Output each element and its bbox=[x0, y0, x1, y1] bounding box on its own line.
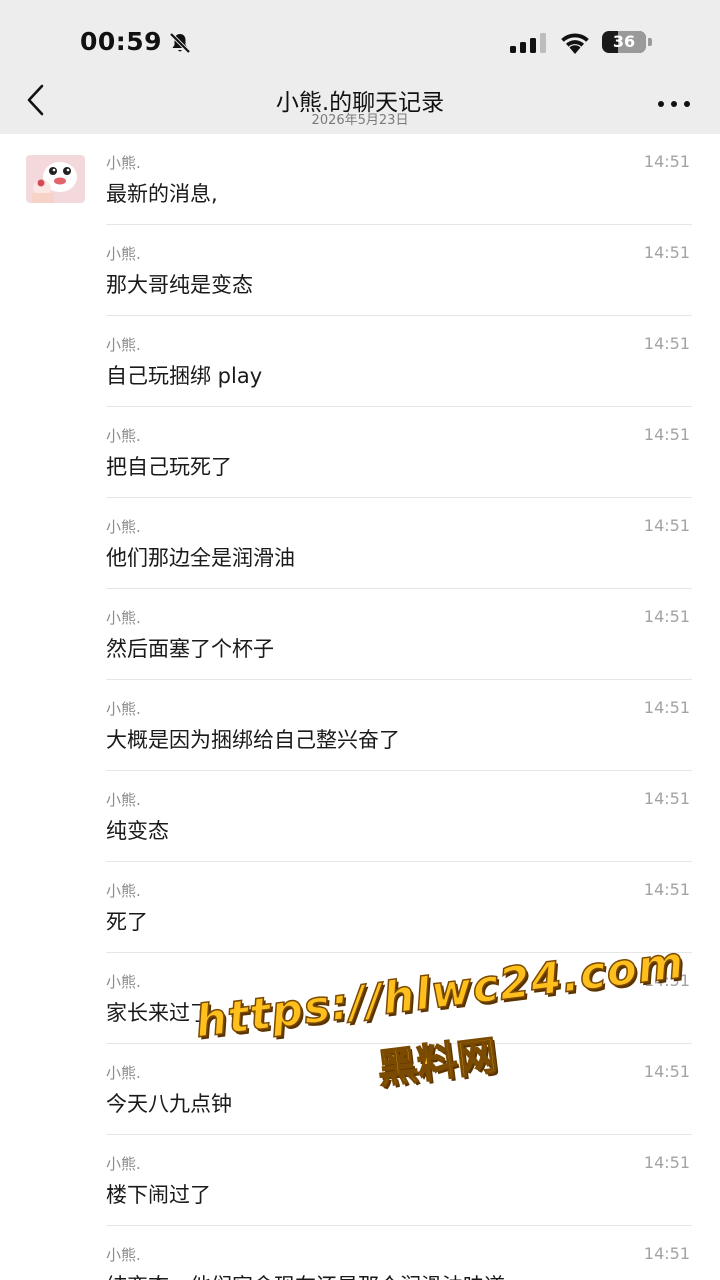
chat-history-screen: 00:59 36 小熊.的聊天记录 2026年5月23日 小熊. 14:51 最… bbox=[0, 0, 720, 1280]
battery-cap bbox=[648, 38, 652, 46]
message-text: 今天八九点钟 bbox=[106, 1092, 232, 1116]
message-text: 然后面塞了个杯子 bbox=[106, 637, 274, 661]
message-time: 14:51 bbox=[643, 152, 690, 171]
bell-slash-icon bbox=[169, 32, 191, 54]
message-item[interactable]: 小熊. 14:51 楼下闹过了 bbox=[0, 1135, 720, 1226]
message-item[interactable]: 小熊. 14:51 那大哥纯是变态 bbox=[0, 225, 720, 316]
message-item[interactable]: 小熊. 14:51 今天八九点钟 bbox=[0, 1044, 720, 1135]
message-item[interactable]: 小熊. 14:51 大概是因为捆绑给自己整兴奋了 bbox=[0, 680, 720, 771]
more-dot bbox=[684, 101, 690, 107]
message-text: 楼下闹过了 bbox=[106, 1183, 211, 1207]
message-time: 14:51 bbox=[643, 607, 690, 626]
sender-name: 小熊. bbox=[106, 700, 141, 718]
message-item[interactable]: 小熊. 14:51 最新的消息, bbox=[0, 134, 720, 225]
message-text: 纯变态，他们宿舍现在还是那个润滑油味道 bbox=[106, 1270, 505, 1280]
status-time: 00:59 bbox=[80, 27, 163, 56]
nav-bar: 小熊.的聊天记录 2026年5月23日 bbox=[0, 84, 720, 134]
message-time: 14:51 bbox=[643, 789, 690, 808]
message-text: 家长来过了 bbox=[106, 1001, 211, 1025]
message-time: 14:51 bbox=[643, 1153, 690, 1172]
battery-level: 36 bbox=[612, 32, 636, 51]
signal-icon bbox=[510, 33, 546, 53]
chevron-left-icon[interactable] bbox=[20, 80, 54, 120]
sender-name: 小熊. bbox=[106, 518, 141, 536]
more-icon[interactable] bbox=[652, 94, 696, 114]
sender-name: 小熊. bbox=[106, 154, 141, 172]
message-time: 14:51 bbox=[643, 1244, 690, 1263]
message-item[interactable]: 小熊. 14:51 纯变态 bbox=[0, 771, 720, 862]
message-item[interactable]: 小熊. 14:51 然后面塞了个杯子 bbox=[0, 589, 720, 680]
message-text: 纯变态 bbox=[106, 819, 169, 843]
status-bar: 00:59 36 bbox=[0, 0, 720, 86]
sender-name: 小熊. bbox=[106, 1064, 141, 1082]
message-item[interactable]: 小熊. 14:51 纯变态，他们宿舍现在还是那个润滑油味道 bbox=[0, 1226, 720, 1280]
sender-name: 小熊. bbox=[106, 609, 141, 627]
more-dot bbox=[671, 101, 677, 107]
message-text: 那大哥纯是变态 bbox=[106, 273, 253, 297]
battery-body: 36 bbox=[602, 31, 646, 53]
sender-name: 小熊. bbox=[106, 973, 141, 991]
more-dot bbox=[658, 101, 664, 107]
message-text: 大概是因为捆绑给自己整兴奋了 bbox=[106, 728, 400, 752]
avatar[interactable] bbox=[26, 155, 85, 203]
message-text: 把自己玩死了 bbox=[106, 455, 232, 479]
message-item[interactable]: 小熊. 14:51 他们那边全是润滑油 bbox=[0, 498, 720, 589]
message-time: 14:51 bbox=[643, 971, 690, 990]
message-text: 他们那边全是润滑油 bbox=[106, 546, 295, 570]
page-subtitle-date: 2026年5月23日 bbox=[311, 113, 409, 128]
sender-name: 小熊. bbox=[106, 245, 141, 263]
message-item[interactable]: 小熊. 14:51 自己玩捆绑 play bbox=[0, 316, 720, 407]
message-time: 14:51 bbox=[643, 334, 690, 353]
message-time: 14:51 bbox=[643, 243, 690, 262]
avatar-image bbox=[26, 155, 85, 203]
message-item[interactable]: 小熊. 14:51 家长来过了 bbox=[0, 953, 720, 1044]
sender-name: 小熊. bbox=[106, 1246, 141, 1264]
message-time: 14:51 bbox=[643, 698, 690, 717]
message-text: 最新的消息, bbox=[106, 182, 218, 206]
message-item[interactable]: 小熊. 14:51 死了 bbox=[0, 862, 720, 953]
header: 00:59 36 小熊.的聊天记录 2026年5月23日 bbox=[0, 0, 720, 134]
sender-name: 小熊. bbox=[106, 1155, 141, 1173]
message-time: 14:51 bbox=[643, 1062, 690, 1081]
message-time: 14:51 bbox=[643, 880, 690, 899]
message-list[interactable]: 小熊. 14:51 最新的消息, 小熊. 14:51 那大哥纯是变态 小熊. 14:51 自己玩… bbox=[0, 134, 720, 1280]
sender-name: 小熊. bbox=[106, 791, 141, 809]
sender-name: 小熊. bbox=[106, 336, 141, 354]
message-item[interactable]: 小熊. 14:51 把自己玩死了 bbox=[0, 407, 720, 498]
message-text: 自己玩捆绑 play bbox=[106, 364, 263, 388]
message-time: 14:51 bbox=[643, 516, 690, 535]
wifi-icon bbox=[561, 33, 589, 54]
battery-icon: 36 bbox=[602, 31, 652, 55]
sender-name: 小熊. bbox=[106, 882, 141, 900]
message-time: 14:51 bbox=[643, 425, 690, 444]
sender-name: 小熊. bbox=[106, 427, 141, 445]
message-text: 死了 bbox=[106, 910, 148, 934]
